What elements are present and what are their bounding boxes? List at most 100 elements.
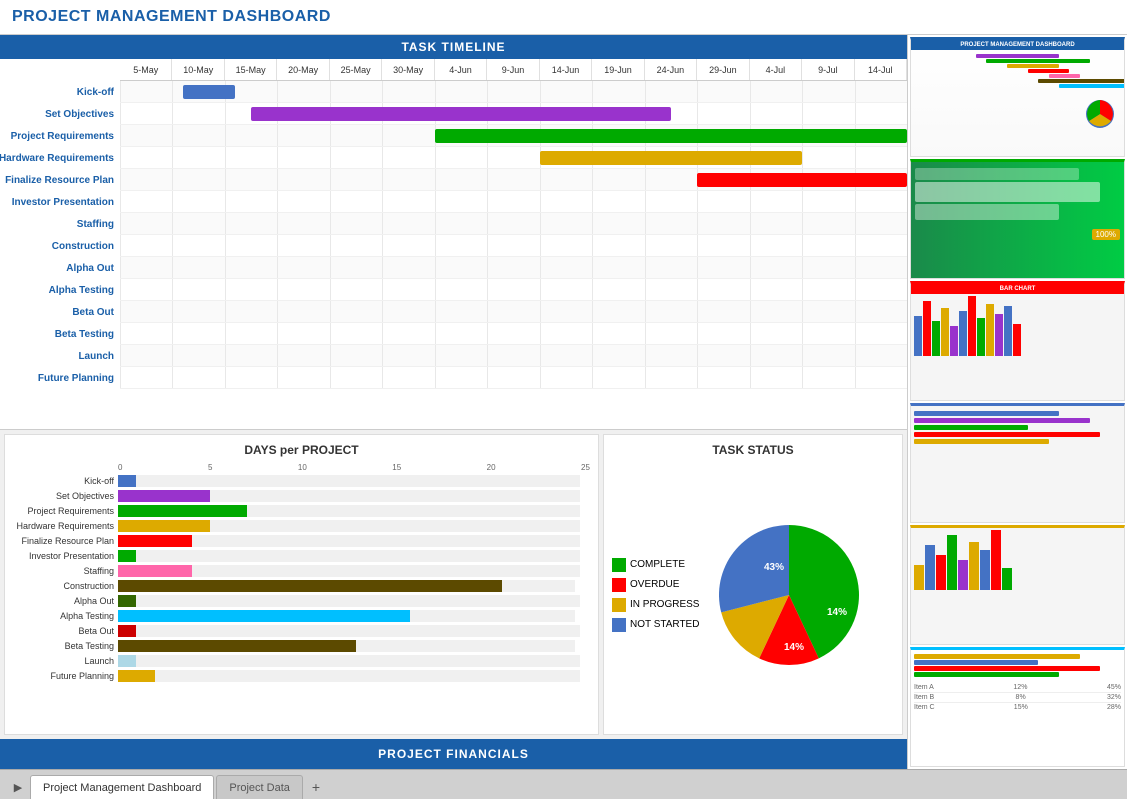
- hbar-fill: [118, 475, 136, 487]
- hbar-row: Kick-off1: [13, 474, 590, 488]
- gantt-label: Construction: [0, 235, 120, 257]
- gantt-date: 20-May: [277, 59, 329, 80]
- gantt-row: [120, 235, 907, 257]
- gantt-label: Investor Presentation: [0, 191, 120, 213]
- gantt-date: 19-Jun: [592, 59, 644, 80]
- gantt-label: Beta Testing: [0, 323, 120, 345]
- hbar-fill: [118, 565, 192, 577]
- legend-item: OVERDUE: [612, 578, 699, 592]
- tab-project-data[interactable]: Project Data: [216, 775, 303, 799]
- thumbnail-3: BAR CHART: [910, 281, 1125, 401]
- gantt-row: [120, 169, 907, 191]
- hbar-label: Set Objectives: [13, 491, 118, 501]
- thumbnail-2: 100%: [910, 159, 1125, 279]
- hbar-fill: [118, 505, 247, 517]
- legend-item: NOT STARTED: [612, 618, 699, 632]
- thumbnail-1: PROJECT MANAGEMENT DASHBOARD: [910, 37, 1125, 157]
- hbar-track: [118, 670, 580, 682]
- hbar-row: Alpha Testing16: [13, 609, 590, 623]
- gantt-date: 14-Jun: [540, 59, 592, 80]
- hbar-fill: [118, 535, 192, 547]
- hbar-row: Construction21: [13, 579, 590, 593]
- hbar-track: [118, 655, 580, 667]
- gantt-bar: [251, 107, 671, 121]
- gantt-bar: [435, 129, 907, 143]
- days-chart-container: DAYS per PROJECT 0510152025 Kick-off1Set…: [4, 434, 599, 735]
- gantt-header: TASK TIMELINE: [0, 35, 907, 59]
- gantt-dates: 5-May10-May15-May20-May25-May30-May4-Jun…: [120, 59, 907, 81]
- gantt-row: [120, 345, 907, 367]
- hbar-label: Alpha Testing: [13, 611, 118, 621]
- gantt-date: 15-May: [225, 59, 277, 80]
- gantt-label: Alpha Out: [0, 257, 120, 279]
- hbar-fill: [118, 490, 210, 502]
- legend-item: COMPLETE: [612, 558, 699, 572]
- content-area: TASK TIMELINE Kick-offSet ObjectivesProj…: [0, 35, 1127, 769]
- hbar-container: Kick-off1Set Objectives5Project Requirem…: [13, 474, 590, 683]
- legend: COMPLETE OVERDUE IN PROGRESS NOT STARTED: [612, 558, 699, 632]
- hbar-track: [118, 595, 580, 607]
- gantt-bar: [183, 85, 235, 99]
- gantt-label: Set Objectives: [0, 103, 120, 125]
- hbar-label: Kick-off: [13, 476, 118, 486]
- gantt-row: [120, 191, 907, 213]
- gantt-date: 30-May: [382, 59, 434, 80]
- thumbnail-4: [910, 403, 1125, 523]
- legend-label: COMPLETE: [630, 559, 685, 570]
- thumbnail-5: [910, 525, 1125, 645]
- gantt-date: 9-Jun: [487, 59, 539, 80]
- hbar-fill: [118, 595, 136, 607]
- gantt-date: 24-Jun: [645, 59, 697, 80]
- pie-label-complete: 43%: [764, 562, 784, 573]
- gantt-row: [120, 367, 907, 389]
- gantt-label: Beta Out: [0, 301, 120, 323]
- hbar-track: [118, 505, 580, 517]
- gantt-section: TASK TIMELINE Kick-offSet ObjectivesProj…: [0, 35, 907, 429]
- hbar-row: Finalize Resource Plan4: [13, 534, 590, 548]
- legend-label: NOT STARTED: [630, 619, 699, 630]
- task-status-container: TASK STATUS COMPLETEOVERDUEIN PROGRESSNO…: [603, 434, 903, 735]
- tab-prev-arrow[interactable]: ▶: [8, 775, 28, 799]
- thumb3-header: BAR CHART: [911, 284, 1124, 294]
- hbar-track: [118, 580, 575, 592]
- hbar-fill: [118, 520, 210, 532]
- hbar-track: [118, 475, 580, 487]
- hbar-row: Beta Testing13: [13, 639, 590, 653]
- hbar-label: Future Planning: [13, 671, 118, 681]
- hbar-row: Hardware Requirements5: [13, 519, 590, 533]
- hbar-fill: [118, 670, 155, 682]
- tab-bar: ▶ Project Management Dashboard Project D…: [0, 769, 1127, 799]
- gantt-date: 14-Jul: [855, 59, 907, 80]
- hbar-row: Beta Out1: [13, 624, 590, 638]
- hbar-track: [118, 565, 580, 577]
- days-chart-title: DAYS per PROJECT: [13, 443, 590, 457]
- gantt-label: Finalize Resource Plan: [0, 169, 120, 191]
- bottom-section: DAYS per PROJECT 0510152025 Kick-off1Set…: [0, 429, 907, 739]
- hbar-label: Alpha Out: [13, 596, 118, 606]
- hbar-row: Project Requirements7: [13, 504, 590, 518]
- hbar-track: [118, 550, 580, 562]
- gantt-label: Staffing: [0, 213, 120, 235]
- hbar-label: Launch: [13, 656, 118, 666]
- tab-add-button[interactable]: +: [305, 776, 327, 798]
- tab-dashboard[interactable]: Project Management Dashboard: [30, 775, 214, 799]
- hbar-label: Construction: [13, 581, 118, 591]
- hbar-track: [118, 490, 580, 502]
- gantt-date: 10-May: [172, 59, 224, 80]
- gantt-date: 29-Jun: [697, 59, 749, 80]
- legend-label: IN PROGRESS: [630, 599, 699, 610]
- gantt-date: 4-Jun: [435, 59, 487, 80]
- page-title: PROJECT MANAGEMENT DASHBOARD: [12, 8, 1115, 26]
- gantt-date: 5-May: [120, 59, 172, 80]
- legend-color: [612, 598, 626, 612]
- hbar-label: Staffing: [13, 566, 118, 576]
- hbar-label: Project Requirements: [13, 506, 118, 516]
- hbar-track: [118, 610, 575, 622]
- hbar-row: Staffing4: [13, 564, 590, 578]
- gantt-labels: Kick-offSet ObjectivesProject Requiremen…: [0, 59, 120, 427]
- gantt-bar: [697, 173, 907, 187]
- gantt-label: Alpha Testing: [0, 279, 120, 301]
- gantt-row: [120, 81, 907, 103]
- gantt-row: [120, 213, 907, 235]
- title-bar: PROJECT MANAGEMENT DASHBOARD: [0, 0, 1127, 35]
